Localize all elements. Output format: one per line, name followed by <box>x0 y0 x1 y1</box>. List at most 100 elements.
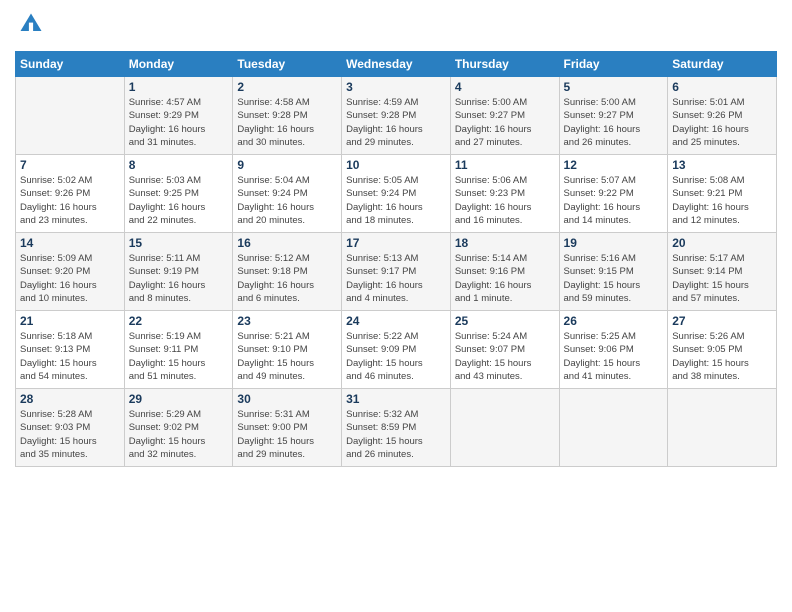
day-number: 8 <box>129 158 229 172</box>
day-header-sunday: Sunday <box>16 52 125 77</box>
day-info: Sunrise: 5:16 AM Sunset: 9:15 PM Dayligh… <box>564 252 664 305</box>
day-number: 10 <box>346 158 446 172</box>
day-info: Sunrise: 5:28 AM Sunset: 9:03 PM Dayligh… <box>20 408 120 461</box>
day-cell: 18 Sunrise: 5:14 AM Sunset: 9:16 PM Dayli… <box>450 233 559 311</box>
day-cell: 14 Sunrise: 5:09 AM Sunset: 9:20 PM Dayli… <box>16 233 125 311</box>
day-cell: 17 Sunrise: 5:13 AM Sunset: 9:17 PM Dayli… <box>342 233 451 311</box>
day-number: 21 <box>20 314 120 328</box>
day-cell: 23 Sunrise: 5:21 AM Sunset: 9:10 PM Dayli… <box>233 311 342 389</box>
day-cell: 30 Sunrise: 5:31 AM Sunset: 9:00 PM Dayli… <box>233 389 342 467</box>
day-header-thursday: Thursday <box>450 52 559 77</box>
day-number: 24 <box>346 314 446 328</box>
day-cell: 4 Sunrise: 5:00 AM Sunset: 9:27 PM Daylig… <box>450 77 559 155</box>
week-row-1: 1Sunrise: 4:57 AM Sunset: 9:29 PM Daylig… <box>16 77 777 155</box>
day-number: 2 <box>237 80 337 94</box>
day-number: 26 <box>564 314 664 328</box>
day-number: 30 <box>237 392 337 406</box>
day-cell: 1Sunrise: 4:57 AM Sunset: 9:29 PM Daylig… <box>124 77 233 155</box>
calendar-table: SundayMondayTuesdayWednesdayThursdayFrid… <box>15 51 777 467</box>
day-info: Sunrise: 5:13 AM Sunset: 9:17 PM Dayligh… <box>346 252 446 305</box>
day-info: Sunrise: 5:09 AM Sunset: 9:20 PM Dayligh… <box>20 252 120 305</box>
day-info: Sunrise: 5:22 AM Sunset: 9:09 PM Dayligh… <box>346 330 446 383</box>
day-info: Sunrise: 5:26 AM Sunset: 9:05 PM Dayligh… <box>672 330 772 383</box>
day-info: Sunrise: 5:00 AM Sunset: 9:27 PM Dayligh… <box>455 96 555 149</box>
day-number: 4 <box>455 80 555 94</box>
page: SundayMondayTuesdayWednesdayThursdayFrid… <box>0 0 792 612</box>
day-cell <box>450 389 559 467</box>
day-number: 14 <box>20 236 120 250</box>
day-info: Sunrise: 5:11 AM Sunset: 9:19 PM Dayligh… <box>129 252 229 305</box>
day-number: 20 <box>672 236 772 250</box>
day-number: 9 <box>237 158 337 172</box>
day-cell <box>16 77 125 155</box>
week-row-5: 28 Sunrise: 5:28 AM Sunset: 9:03 PM Dayli… <box>16 389 777 467</box>
day-cell: 21 Sunrise: 5:18 AM Sunset: 9:13 PM Dayli… <box>16 311 125 389</box>
day-cell: 22 Sunrise: 5:19 AM Sunset: 9:11 PM Dayli… <box>124 311 233 389</box>
day-info: Sunrise: 5:19 AM Sunset: 9:11 PM Dayligh… <box>129 330 229 383</box>
day-cell: 31 Sunrise: 5:32 AM Sunset: 8:59 PM Dayli… <box>342 389 451 467</box>
day-cell: 3Sunrise: 4:59 AM Sunset: 9:28 PM Daylig… <box>342 77 451 155</box>
day-number: 29 <box>129 392 229 406</box>
day-number: 16 <box>237 236 337 250</box>
day-cell: 6 Sunrise: 5:01 AM Sunset: 9:26 PM Daylig… <box>668 77 777 155</box>
day-number: 3 <box>346 80 446 94</box>
day-number: 23 <box>237 314 337 328</box>
day-info: Sunrise: 5:31 AM Sunset: 9:00 PM Dayligh… <box>237 408 337 461</box>
day-number: 18 <box>455 236 555 250</box>
day-header-monday: Monday <box>124 52 233 77</box>
week-row-3: 14 Sunrise: 5:09 AM Sunset: 9:20 PM Dayli… <box>16 233 777 311</box>
day-info: Sunrise: 5:00 AM Sunset: 9:27 PM Dayligh… <box>564 96 664 149</box>
day-info: Sunrise: 5:07 AM Sunset: 9:22 PM Dayligh… <box>564 174 664 227</box>
day-info: Sunrise: 5:14 AM Sunset: 9:16 PM Dayligh… <box>455 252 555 305</box>
day-header-tuesday: Tuesday <box>233 52 342 77</box>
day-cell: 2 Sunrise: 4:58 AM Sunset: 9:28 PM Daylig… <box>233 77 342 155</box>
day-cell: 28 Sunrise: 5:28 AM Sunset: 9:03 PM Dayli… <box>16 389 125 467</box>
day-cell: 13 Sunrise: 5:08 AM Sunset: 9:21 PM Dayli… <box>668 155 777 233</box>
header-row: SundayMondayTuesdayWednesdayThursdayFrid… <box>16 52 777 77</box>
day-number: 31 <box>346 392 446 406</box>
day-number: 17 <box>346 236 446 250</box>
week-row-2: 7Sunrise: 5:02 AM Sunset: 9:26 PM Daylig… <box>16 155 777 233</box>
day-info: Sunrise: 5:03 AM Sunset: 9:25 PM Dayligh… <box>129 174 229 227</box>
day-cell: 11Sunrise: 5:06 AM Sunset: 9:23 PM Dayli… <box>450 155 559 233</box>
day-cell: 9 Sunrise: 5:04 AM Sunset: 9:24 PM Daylig… <box>233 155 342 233</box>
day-info: Sunrise: 5:29 AM Sunset: 9:02 PM Dayligh… <box>129 408 229 461</box>
day-cell: 29 Sunrise: 5:29 AM Sunset: 9:02 PM Dayli… <box>124 389 233 467</box>
day-number: 19 <box>564 236 664 250</box>
day-cell: 5 Sunrise: 5:00 AM Sunset: 9:27 PM Daylig… <box>559 77 668 155</box>
day-header-saturday: Saturday <box>668 52 777 77</box>
day-info: Sunrise: 5:08 AM Sunset: 9:21 PM Dayligh… <box>672 174 772 227</box>
day-number: 28 <box>20 392 120 406</box>
day-number: 5 <box>564 80 664 94</box>
day-cell <box>559 389 668 467</box>
week-row-4: 21 Sunrise: 5:18 AM Sunset: 9:13 PM Dayli… <box>16 311 777 389</box>
day-info: Sunrise: 4:57 AM Sunset: 9:29 PM Dayligh… <box>129 96 229 149</box>
day-cell: 19 Sunrise: 5:16 AM Sunset: 9:15 PM Dayli… <box>559 233 668 311</box>
day-number: 27 <box>672 314 772 328</box>
day-info: Sunrise: 5:24 AM Sunset: 9:07 PM Dayligh… <box>455 330 555 383</box>
day-info: Sunrise: 5:02 AM Sunset: 9:26 PM Dayligh… <box>20 174 120 227</box>
day-info: Sunrise: 5:32 AM Sunset: 8:59 PM Dayligh… <box>346 408 446 461</box>
day-info: Sunrise: 5:17 AM Sunset: 9:14 PM Dayligh… <box>672 252 772 305</box>
day-header-wednesday: Wednesday <box>342 52 451 77</box>
day-number: 13 <box>672 158 772 172</box>
day-info: Sunrise: 5:12 AM Sunset: 9:18 PM Dayligh… <box>237 252 337 305</box>
day-cell: 24 Sunrise: 5:22 AM Sunset: 9:09 PM Dayli… <box>342 311 451 389</box>
day-info: Sunrise: 5:18 AM Sunset: 9:13 PM Dayligh… <box>20 330 120 383</box>
day-cell: 12Sunrise: 5:07 AM Sunset: 9:22 PM Dayli… <box>559 155 668 233</box>
day-header-friday: Friday <box>559 52 668 77</box>
day-number: 6 <box>672 80 772 94</box>
day-cell: 26 Sunrise: 5:25 AM Sunset: 9:06 PM Dayli… <box>559 311 668 389</box>
day-cell: 7Sunrise: 5:02 AM Sunset: 9:26 PM Daylig… <box>16 155 125 233</box>
logo <box>15 10 45 43</box>
day-info: Sunrise: 4:58 AM Sunset: 9:28 PM Dayligh… <box>237 96 337 149</box>
day-number: 11 <box>455 158 555 172</box>
day-cell: 8 Sunrise: 5:03 AM Sunset: 9:25 PM Daylig… <box>124 155 233 233</box>
day-info: Sunrise: 5:01 AM Sunset: 9:26 PM Dayligh… <box>672 96 772 149</box>
day-info: Sunrise: 5:21 AM Sunset: 9:10 PM Dayligh… <box>237 330 337 383</box>
day-number: 22 <box>129 314 229 328</box>
day-info: Sunrise: 5:04 AM Sunset: 9:24 PM Dayligh… <box>237 174 337 227</box>
day-info: Sunrise: 5:25 AM Sunset: 9:06 PM Dayligh… <box>564 330 664 383</box>
day-number: 25 <box>455 314 555 328</box>
day-info: Sunrise: 5:05 AM Sunset: 9:24 PM Dayligh… <box>346 174 446 227</box>
